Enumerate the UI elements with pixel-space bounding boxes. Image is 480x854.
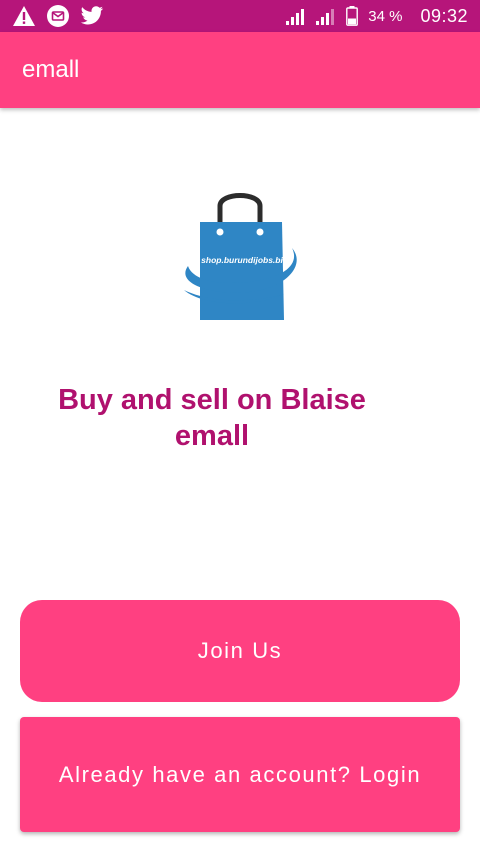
logo-text: shop.burundijobs.bi [201, 255, 283, 265]
notification-icons [12, 4, 104, 28]
warning-icon [13, 6, 35, 26]
app-bar: emall [0, 32, 480, 108]
signal-icon [316, 9, 335, 25]
app-title: emall [22, 56, 80, 83]
system-icons: 34 % 09:32 [286, 4, 468, 28]
headline: Buy and sell on Blaise emall [58, 384, 366, 452]
status-bar: 34 % 09:32 [0, 0, 480, 32]
email-icon [47, 5, 69, 27]
twitter-icon [80, 6, 104, 25]
clock: 09:32 [420, 5, 468, 26]
login-button[interactable]: Already have an account? Login [20, 717, 460, 832]
shopping-bag-logo: shop.burundijobs.bi [184, 193, 297, 320]
battery-icon [346, 6, 359, 26]
battery-percentage: 34 % [368, 7, 403, 25]
signal-icon [286, 9, 305, 25]
join-us-button[interactable]: Join Us [20, 600, 460, 702]
